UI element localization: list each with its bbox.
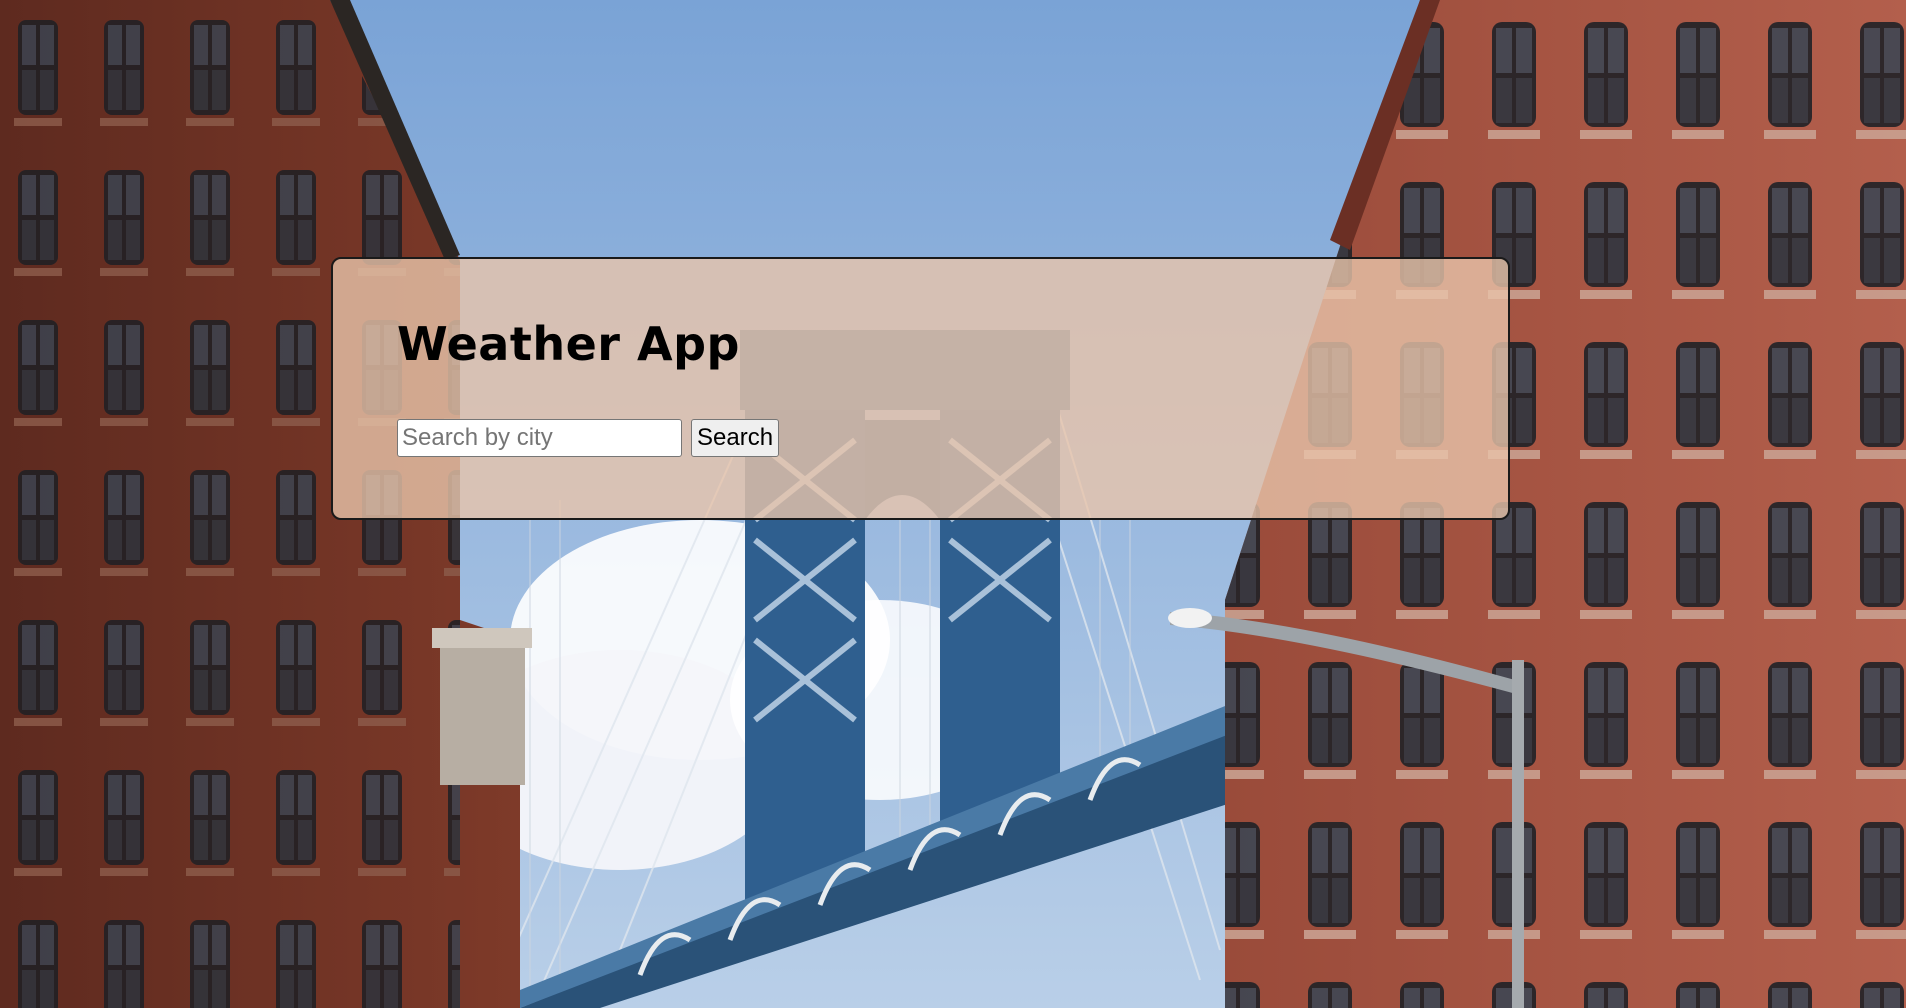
app-title: Weather App [397,317,740,371]
weather-card: Weather App Search [331,257,1510,520]
search-button[interactable]: Search [691,419,780,457]
search-form: Search [397,419,780,457]
city-search-input[interactable] [397,419,682,457]
